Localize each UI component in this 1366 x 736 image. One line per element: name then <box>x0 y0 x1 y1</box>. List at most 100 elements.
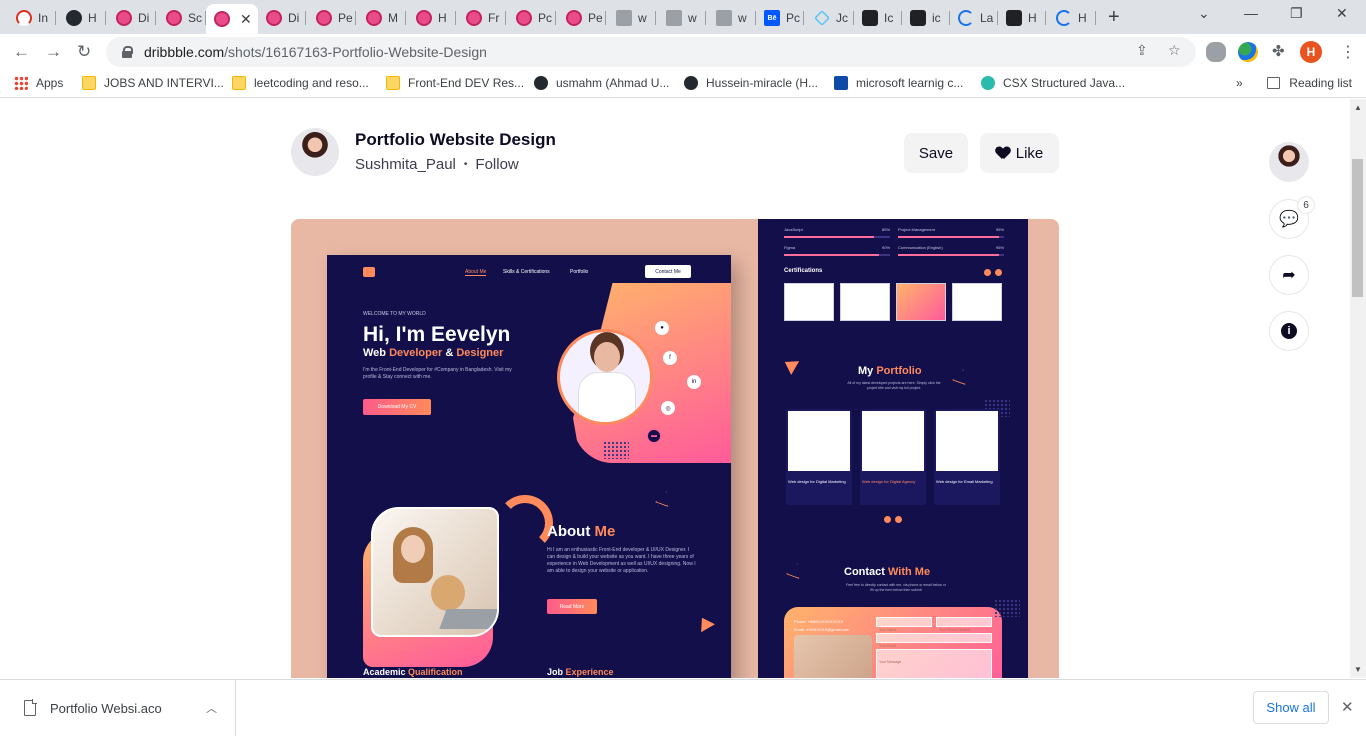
browser-tab-12[interactable]: Pe <box>558 4 606 32</box>
contact-dots <box>994 599 1020 617</box>
side-author-avatar[interactable] <box>1269 142 1309 182</box>
extension-globe-icon[interactable] <box>1238 42 1258 62</box>
scroll-down-icon[interactable]: ▼ <box>1354 665 1362 674</box>
bookmark-item[interactable]: leetcoding and reso... <box>232 76 369 90</box>
browser-tab-4[interactable]: Sc <box>158 4 206 32</box>
bookmark-star-icon[interactable]: ☆ <box>1168 42 1181 59</box>
project-title-3: Web design for Email Marketing <box>936 479 993 484</box>
browser-tab-19[interactable]: ic <box>902 4 950 32</box>
new-tab-button[interactable]: + <box>1108 6 1120 29</box>
extension-bug-icon[interactable] <box>1206 42 1226 62</box>
chevron-up-icon[interactable]: ︿ <box>206 700 217 716</box>
close-icon[interactable]: ✕ <box>1341 698 1354 716</box>
bookmark-item[interactable]: Apps <box>14 76 63 90</box>
tab-title: Di <box>288 11 300 25</box>
browser-tab-16[interactable]: Bē Pc <box>756 4 804 32</box>
tab-title: w <box>688 11 697 25</box>
browser-tab-8[interactable]: M <box>358 4 406 32</box>
follow-link[interactable]: Follow <box>475 156 518 173</box>
bookmark-item[interactable]: Front-End DEV Res... <box>386 76 524 90</box>
reading-list-button[interactable]: Reading list <box>1267 76 1352 90</box>
download-filename: Portfolio Websi.aco <box>50 700 162 716</box>
restore-icon[interactable]: ❐ <box>1290 5 1303 22</box>
info-button[interactable]: i <box>1269 311 1309 351</box>
browser-tab-14[interactable]: w <box>658 4 706 32</box>
bookmark-item[interactable]: JOBS AND INTERVI... <box>82 76 224 90</box>
tab-separator <box>155 11 156 25</box>
tab-close-icon[interactable]: ✕ <box>240 11 252 28</box>
cert-card-3 <box>896 283 946 321</box>
file-icon <box>24 699 37 716</box>
tab-separator <box>1045 11 1046 25</box>
bookmark-item[interactable]: CSX Structured Java... <box>981 76 1125 90</box>
project-title-2: Web design for Digital Agency <box>862 479 916 484</box>
like-button[interactable]: Like <box>980 133 1059 173</box>
browser-tab-10[interactable]: Fr <box>458 4 506 32</box>
browser-tab-22[interactable]: H <box>1048 4 1096 32</box>
scroll-up-icon[interactable]: ▲ <box>1354 103 1362 112</box>
browser-tab-6[interactable]: Di <box>258 4 306 32</box>
mockup-triangle <box>655 489 673 507</box>
author-avatar[interactable] <box>291 128 339 176</box>
extensions-puzzle-icon[interactable]: ✤ <box>1272 42 1285 60</box>
show-all-button[interactable]: Show all <box>1253 691 1329 724</box>
tab-title: Pe <box>338 11 353 25</box>
browser-tab-1[interactable]: In <box>8 4 56 32</box>
browser-tab-7[interactable]: Pe <box>308 4 356 32</box>
github-favicon-icon <box>66 10 82 26</box>
url-path: /shots/16167163-Portfolio-Website-Design <box>224 44 487 60</box>
dark-favicon-icon <box>1006 10 1022 26</box>
heart-icon <box>996 147 1010 160</box>
mockup-job-a: Job <box>547 667 566 677</box>
cert-card-1 <box>784 283 834 321</box>
folder-bookmark-icon <box>232 76 246 90</box>
bookmarks-overflow[interactable]: » <box>1236 76 1243 90</box>
shot-image[interactable]: About Me Skills & Certifications Portfol… <box>291 219 1059 678</box>
tab-search-icon[interactable]: ⌄ <box>1198 5 1210 22</box>
browser-tab-17[interactable]: Jc <box>806 4 854 32</box>
browser-tab-20[interactable]: La <box>950 4 998 32</box>
share-icon[interactable]: ⇪ <box>1136 42 1148 59</box>
forward-icon[interactable]: → <box>45 42 62 62</box>
profile-avatar[interactable]: H <box>1300 41 1322 63</box>
browser-tab-9[interactable]: H <box>408 4 456 32</box>
dribbble-favicon-icon <box>566 10 582 26</box>
browser-tab-11[interactable]: Pc <box>508 4 556 32</box>
page-scrollbar[interactable]: ▲ ▼ <box>1350 99 1366 678</box>
photo-dog <box>431 575 465 611</box>
mockup-welcome: WELCOME TO MY WORLD <box>363 311 426 317</box>
browser-toolbar: ← → ↻ dribbble.com/shots/16167163-Portfo… <box>0 34 1366 70</box>
ms-bookmark-icon <box>834 76 848 90</box>
browser-tab-21[interactable]: H <box>998 4 1046 32</box>
scrollbar-thumb[interactable] <box>1352 159 1363 297</box>
folder-bookmark-icon <box>82 76 96 90</box>
download-item[interactable]: Portfolio Websi.aco ︿ <box>0 680 236 736</box>
browser-tab-15[interactable]: w <box>708 4 756 32</box>
save-button[interactable]: Save <box>904 133 968 173</box>
browser-tab-2[interactable]: H <box>58 4 106 32</box>
skill-pct-4: 95% <box>996 245 1005 250</box>
browser-tab-18[interactable]: Ic <box>854 4 902 32</box>
close-window-icon[interactable]: ✕ <box>1336 5 1348 22</box>
menu-kebab-icon[interactable]: ⋮ <box>1340 42 1356 62</box>
bookmark-item[interactable]: usmahm (Ahmad U... <box>534 76 669 90</box>
bookmark-item[interactable]: microsoft learnig c... <box>834 76 963 90</box>
author-name[interactable]: Sushmita_Paul <box>355 156 456 173</box>
browser-tab-5[interactable]: ✕ <box>206 4 258 34</box>
lock-icon[interactable] <box>122 46 133 58</box>
reload-icon[interactable]: ↻ <box>77 42 91 62</box>
minimize-icon[interactable]: — <box>1244 5 1258 21</box>
share-button[interactable]: ➦ <box>1269 255 1309 295</box>
dark-favicon-icon <box>862 10 878 26</box>
form-email-field: Your Email <box>876 633 992 648</box>
address-bar[interactable]: dribbble.com/shots/16167163-Portfolio-We… <box>106 37 1196 67</box>
back-icon[interactable]: ← <box>13 42 30 62</box>
browser-tab-3[interactable]: Di <box>108 4 156 32</box>
browser-tab-13[interactable]: w <box>608 4 656 32</box>
bookmark-label: Apps <box>36 76 64 90</box>
dribbble-favicon-icon <box>316 10 332 26</box>
portfolio-triangle-outline <box>952 367 970 385</box>
bookmark-item[interactable]: Hussein-miracle (H... <box>684 76 818 90</box>
mockup-about-heading: About Me <box>547 523 615 540</box>
gh-bookmark-icon <box>534 76 548 90</box>
